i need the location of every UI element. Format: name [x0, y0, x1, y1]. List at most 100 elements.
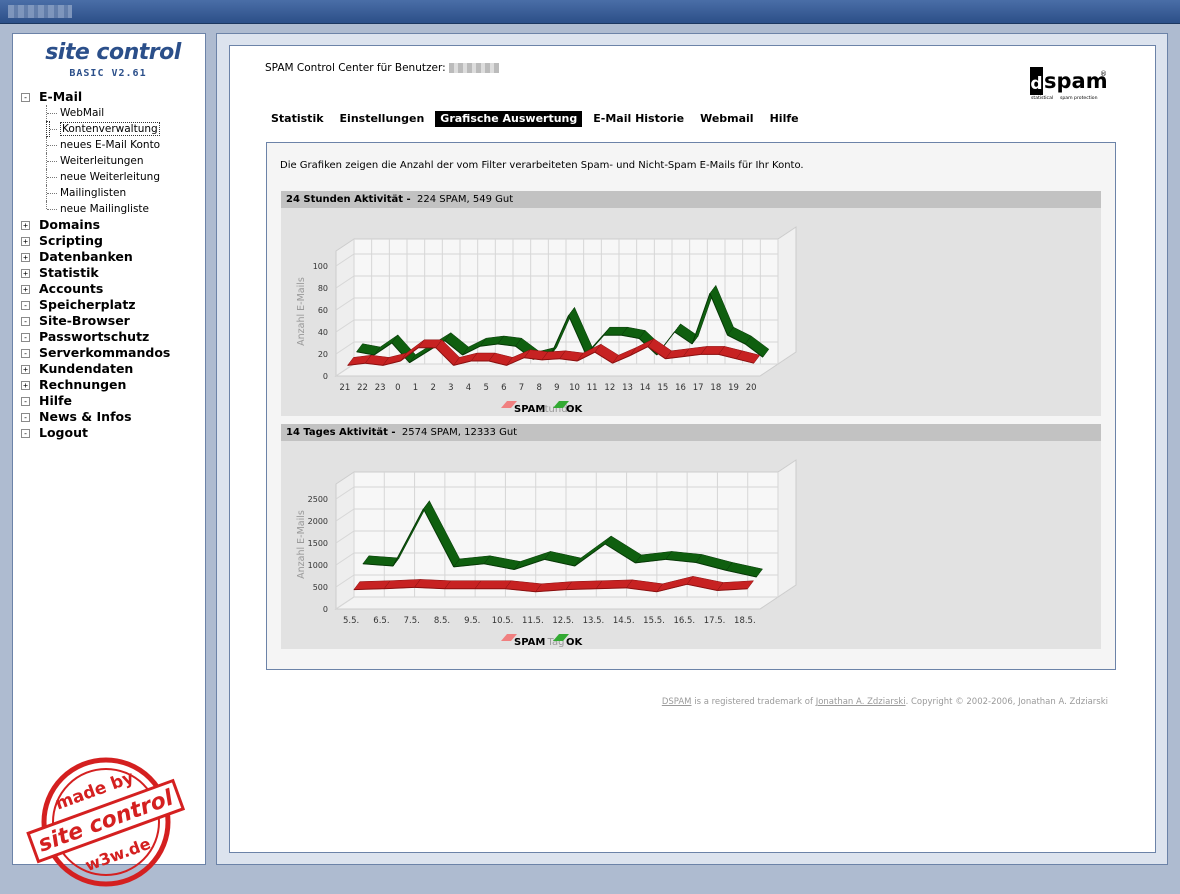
nav-section-statistik[interactable]: + Statistik — [19, 265, 203, 281]
tab-statistik[interactable]: Statistik — [266, 111, 329, 127]
footer-text: is a registered trademark of — [691, 697, 816, 707]
navigation-tree: - E-Mail WebMail Kontenverwaltung neues E-M… — [19, 89, 203, 441]
nav-section-accounts[interactable]: + Accounts — [19, 281, 203, 297]
nav-section-rechnungen[interactable]: + Rechnungen — [19, 377, 203, 393]
x-tick-label: 16 — [675, 383, 686, 393]
y-tick-label: 500 — [313, 583, 328, 592]
nav-section-news-infos[interactable]: - News & Infos — [19, 409, 203, 425]
x-tick-label: 20 — [746, 383, 757, 393]
nav-email-item-label: neue Mailingliste — [60, 203, 150, 215]
x-tick-label: 9 — [554, 383, 559, 393]
intro-text: Die Grafiken zeigen die Anzahl der vom F… — [280, 160, 804, 171]
spam-series-segment — [444, 580, 482, 589]
expand-icon[interactable]: + — [21, 269, 30, 278]
x-tick-label: 13 — [622, 383, 633, 393]
expand-icon[interactable]: - — [21, 413, 30, 422]
sidebar: site control BASIC V2.61 - E-Mail WebMail… — [12, 33, 206, 887]
expand-icon[interactable]: + — [21, 381, 30, 390]
nav-section-label: Datenbanken — [39, 249, 133, 264]
nav-section-hilfe[interactable]: - Hilfe — [19, 393, 203, 409]
nav-section-serverkommandos[interactable]: - Serverkommandos — [19, 345, 203, 361]
page-header: SPAM Control Center für Benutzer: — [265, 62, 499, 74]
expand-icon[interactable]: - — [21, 333, 30, 342]
footer-copyright: . Copyright © 2002-2006, Jonathan A. Zdz… — [905, 697, 1108, 707]
x-tick-label: 10.5. — [492, 616, 514, 626]
site-control-logo[interactable]: site control — [33, 40, 193, 65]
x-tick-label: 23 — [375, 383, 386, 393]
nav-section-label: Serverkommandos — [39, 345, 171, 360]
nav-section-scripting[interactable]: + Scripting — [19, 233, 203, 249]
x-tick-label: 4 — [466, 383, 471, 393]
nav-email-item-label: Mailinglisten — [60, 187, 127, 199]
tree-line — [46, 185, 47, 201]
nav-section-speicherplatz[interactable]: - Speicherplatz — [19, 297, 203, 313]
username-blurred — [448, 63, 499, 73]
expand-icon[interactable]: - — [21, 301, 30, 310]
expand-icon[interactable]: - — [21, 349, 30, 358]
x-tick-label: 18 — [710, 383, 721, 393]
tab-e-mail-historie[interactable]: E-Mail Historie — [588, 111, 689, 127]
y-tick-label: 20 — [318, 350, 328, 359]
collapse-icon[interactable]: - — [21, 93, 30, 102]
nav-section-logout[interactable]: - Logout — [19, 425, 203, 441]
nav-section-label: Site-Browser — [39, 313, 130, 328]
x-tick-label: 15.5. — [643, 616, 665, 626]
chart1-panel: 0 20 40 60 80 100 21 22 23 0 1 2 3 4 5 6 7 8 9 10 11 12 13 14 15… — [281, 208, 1101, 416]
expand-icon[interactable]: + — [21, 237, 30, 246]
tab-webmail[interactable]: Webmail — [695, 111, 759, 127]
tab-einstellungen[interactable]: Einstellungen — [335, 111, 430, 127]
footer-dspam-link[interactable]: DSPAM — [662, 697, 692, 707]
nav-email-item[interactable]: WebMail — [19, 105, 203, 121]
expand-icon[interactable]: - — [21, 429, 30, 438]
nav-email-item[interactable]: Kontenverwaltung — [19, 121, 203, 137]
chart2-header: 14 Tages Aktivität - 2574 SPAM, 12333 Gu… — [281, 424, 1101, 441]
nav-section-kundendaten[interactable]: + Kundendaten — [19, 361, 203, 377]
y-tick-label: 0 — [323, 372, 328, 381]
nav-email-item[interactable]: neue Mailingliste — [19, 201, 203, 217]
x-tick-label: 14 — [640, 383, 651, 393]
nav-email-label: E-Mail — [39, 89, 83, 104]
nav-email[interactable]: - E-Mail — [19, 89, 203, 105]
y-axis-label: Anzahl E-Mails — [296, 510, 307, 579]
tab-hilfe[interactable]: Hilfe — [765, 111, 804, 127]
tree-line — [46, 201, 47, 209]
nav-email-item[interactable]: neue Weiterleitung — [19, 169, 203, 185]
expand-icon[interactable]: - — [21, 397, 30, 406]
dspam-logo[interactable]: d spam ® statistical spam protection — [1030, 64, 1110, 102]
expand-icon[interactable]: - — [21, 317, 30, 326]
dspam-logo-sub2: spam protection — [1060, 95, 1098, 101]
y-axis-label: Anzahl E-Mails — [296, 277, 307, 346]
nav-email-item[interactable]: neues E-Mail Konto — [19, 137, 203, 153]
nav-section-domains[interactable]: + Domains — [19, 217, 203, 233]
x-tick-label: 16.5. — [673, 616, 695, 626]
chart-14d: 0 500 1000 1500 2000 2500 5.5. 6.5. 7.5. 8.5. 9.5.… — [296, 459, 797, 648]
legend-ok-label: OK — [566, 404, 584, 415]
x-tick-label: 8 — [536, 383, 541, 393]
expand-icon[interactable]: + — [21, 365, 30, 374]
nav-section-label: Scripting — [39, 233, 103, 248]
x-tick-label: 18.5. — [734, 616, 756, 626]
x-tick-label: 3 — [448, 383, 453, 393]
nav-section-datenbanken[interactable]: + Datenbanken — [19, 249, 203, 265]
footer: DSPAM is a registered trademark of Jonat… — [560, 697, 1108, 707]
tab-grafische-auswertung[interactable]: Grafische Auswertung — [435, 111, 583, 127]
x-tick-label: 5.5. — [343, 616, 359, 626]
footer-author-link[interactable]: Jonathan A. Zdziarski — [816, 697, 906, 707]
expand-icon[interactable]: + — [21, 285, 30, 294]
nav-section-passwortschutz[interactable]: - Passwortschutz — [19, 329, 203, 345]
nav-section-label: Kundendaten — [39, 361, 134, 376]
expand-icon[interactable]: + — [21, 253, 30, 262]
nav-section-site-browser[interactable]: - Site-Browser — [19, 313, 203, 329]
y-tick-label: 80 — [318, 284, 328, 293]
tree-line — [46, 169, 47, 185]
nav-email-item[interactable]: Mailinglisten — [19, 185, 203, 201]
nav-email-item[interactable]: Weiterleitungen — [19, 153, 203, 169]
dspam-logo-sub1: statistical — [1031, 95, 1053, 101]
x-tick-label: 17 — [693, 383, 704, 393]
tree-line — [46, 153, 47, 169]
x-tick-label: 12.5. — [552, 616, 574, 626]
nav-section-label: Accounts — [39, 281, 104, 296]
legend: SPAM OK — [501, 401, 584, 415]
x-tick-label: 14.5. — [613, 616, 635, 626]
expand-icon[interactable]: + — [21, 221, 30, 230]
